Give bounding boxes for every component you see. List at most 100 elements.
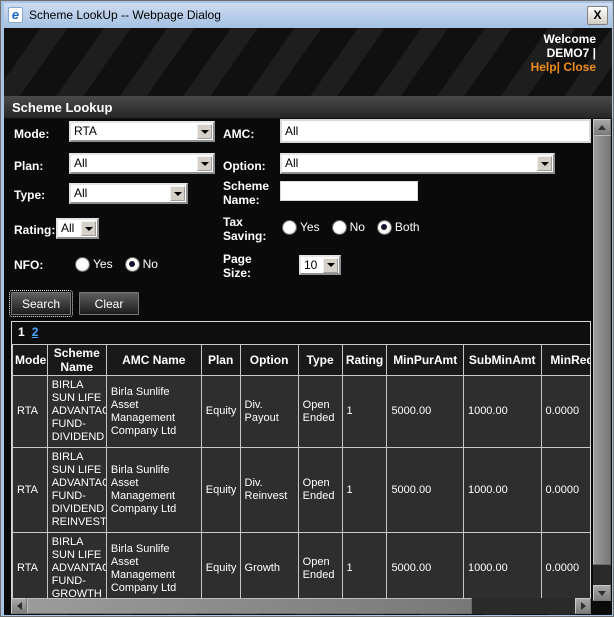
column-header-amc-name: AMC Name: [106, 345, 201, 376]
page-size-dropdown-arrow-icon[interactable]: [323, 258, 338, 273]
option-select[interactable]: All: [280, 153, 555, 174]
results-table-body: RTABIRLA SUN LIFE ADVANTAGE FUND-DIVIDEN…: [13, 376, 592, 599]
table-cell: Open Ended: [298, 376, 342, 448]
radio-option-no[interactable]: No: [126, 257, 158, 271]
table-cell: Equity: [201, 376, 240, 448]
mode-select[interactable]: RTA: [69, 121, 215, 142]
pagination-current-page: 1: [18, 325, 25, 339]
table-cell: Birla Sunlife Asset Management Company L…: [106, 533, 201, 599]
horizontal-scrollbar-track[interactable]: [472, 598, 575, 614]
scheme-name-link[interactable]: BIRLA SUN LIFE ADVANTAGE FUND-GROWTH: [47, 533, 106, 599]
nfo-label: NFO:: [14, 258, 43, 272]
column-header-scheme-name: Scheme Name: [47, 345, 106, 376]
radio-button-icon[interactable]: [378, 221, 391, 234]
radio-option-both[interactable]: Both: [378, 220, 420, 234]
help-link[interactable]: Help|: [531, 60, 560, 74]
welcome-text: Welcome: [531, 32, 596, 46]
radio-button-icon[interactable]: [76, 258, 89, 271]
table-row: RTABIRLA SUN LIFE ADVANTAGE FUND-DIVIDEN…: [13, 448, 592, 533]
table-cell: Equity: [201, 533, 240, 599]
table-cell: 1000.00: [463, 448, 541, 533]
scroll-left-icon[interactable]: [11, 598, 27, 614]
radio-button-icon[interactable]: [333, 221, 346, 234]
table-cell: 1000.00: [463, 533, 541, 599]
table-cell: Birla Sunlife Asset Management Company L…: [106, 448, 201, 533]
table-cell: 0.0000: [541, 376, 591, 448]
vertical-scrollbar[interactable]: [593, 119, 611, 601]
table-cell: 1000.00: [463, 376, 541, 448]
table-row: RTABIRLA SUN LIFE ADVANTAGE FUND-GROWTHB…: [13, 533, 592, 599]
title-bar: e Scheme LookUp -- Webpage Dialog X: [4, 3, 612, 27]
column-header-minredq: MinRedQ: [541, 345, 591, 376]
column-header-minpuramt: MinPurAmt: [387, 345, 464, 376]
pagination-page-2-link[interactable]: 2: [32, 325, 39, 339]
table-cell: 5000.00: [387, 533, 464, 599]
amc-input[interactable]: [280, 119, 591, 143]
radio-option-label: Both: [395, 220, 420, 234]
window-title: Scheme LookUp -- Webpage Dialog: [29, 8, 587, 22]
welcome-block: Welcome DEMO7 | Help| Close: [531, 32, 596, 74]
table-cell: RTA: [13, 448, 48, 533]
vertical-scrollbar-track[interactable]: [593, 565, 611, 585]
radio-option-yes[interactable]: Yes: [283, 220, 320, 234]
rating-select[interactable]: All: [56, 218, 99, 239]
table-cell: Growth: [240, 533, 298, 599]
mode-dropdown-arrow-icon[interactable]: [197, 124, 212, 139]
header-banner: Welcome DEMO7 | Help| Close: [4, 28, 612, 96]
horizontal-scrollbar-thumb[interactable]: [27, 598, 472, 614]
radio-option-no[interactable]: No: [333, 220, 365, 234]
horizontal-scrollbar[interactable]: [11, 598, 591, 614]
table-cell: 5000.00: [387, 376, 464, 448]
nfo-radio-group: Yes No: [76, 257, 158, 271]
footer-strip: [4, 614, 612, 615]
search-button[interactable]: Search: [11, 292, 71, 315]
scheme-name-link[interactable]: BIRLA SUN LIFE ADVANTAGE FUND-DIVIDEND: [47, 376, 106, 448]
rating-dropdown-arrow-icon[interactable]: [81, 221, 96, 236]
tax-saving-label: Tax Saving:: [223, 215, 281, 243]
amc-label: AMC:: [223, 127, 254, 141]
table-cell: RTA: [13, 376, 48, 448]
table-header-row: ModeScheme NameAMC NamePlanOptionTypeRat…: [13, 345, 592, 376]
table-cell: Open Ended: [298, 533, 342, 599]
results-panel: 12 ModeScheme NameAMC NamePlanOptionType…: [11, 321, 591, 598]
type-label: Type:: [14, 188, 45, 202]
table-cell: 0.0000: [541, 533, 591, 599]
page-size-label: Page Size:: [223, 252, 281, 280]
radio-option-yes[interactable]: Yes: [76, 257, 113, 271]
radio-option-label: No: [350, 220, 365, 234]
plan-dropdown-arrow-icon[interactable]: [197, 156, 212, 171]
scroll-up-icon[interactable]: [593, 119, 611, 135]
type-dropdown-arrow-icon[interactable]: [170, 186, 185, 201]
table-row: RTABIRLA SUN LIFE ADVANTAGE FUND-DIVIDEN…: [13, 376, 592, 448]
close-link[interactable]: Close: [563, 60, 596, 74]
radio-button-icon[interactable]: [126, 258, 139, 271]
scheme-name-input[interactable]: [280, 181, 418, 201]
option-dropdown-arrow-icon[interactable]: [537, 156, 552, 171]
scheme-name-link[interactable]: BIRLA SUN LIFE ADVANTAGE FUND-DIVIDEND R…: [47, 448, 106, 533]
radio-button-icon[interactable]: [283, 221, 296, 234]
table-cell: RTA: [13, 533, 48, 599]
scroll-down-icon[interactable]: [593, 585, 611, 601]
option-select-value: All: [282, 155, 536, 172]
window-close-button[interactable]: X: [587, 6, 608, 25]
vertical-scrollbar-thumb[interactable]: [593, 135, 611, 565]
page-size-select[interactable]: 10: [299, 255, 341, 275]
username-text: DEMO7 |: [531, 46, 596, 60]
radio-option-label: No: [143, 257, 158, 271]
clear-button[interactable]: Clear: [79, 292, 139, 315]
rating-label: Rating:: [14, 223, 55, 237]
dialog-content: Welcome DEMO7 | Help| Close Scheme Looku…: [4, 28, 612, 615]
table-cell: Div. Payout: [240, 376, 298, 448]
plan-select[interactable]: All: [69, 153, 215, 174]
table-cell: 5000.00: [387, 448, 464, 533]
table-cell: 1: [342, 448, 387, 533]
column-header-type: Type: [298, 345, 342, 376]
tax-saving-radio-group: Yes No Both: [283, 220, 420, 234]
scroll-right-icon[interactable]: [575, 598, 591, 614]
mode-select-value: RTA: [71, 123, 196, 140]
table-cell: Open Ended: [298, 448, 342, 533]
table-cell: 0.0000: [541, 448, 591, 533]
results-table: ModeScheme NameAMC NamePlanOptionTypeRat…: [12, 344, 591, 598]
type-select[interactable]: All: [69, 183, 188, 204]
page-title: Scheme Lookup: [4, 96, 612, 119]
